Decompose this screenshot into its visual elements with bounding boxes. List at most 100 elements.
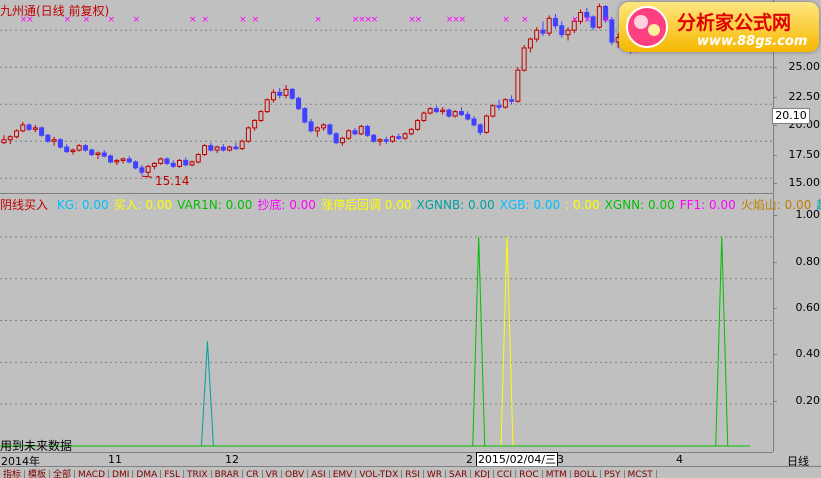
candle-body bbox=[133, 161, 139, 169]
candle-body bbox=[183, 159, 189, 166]
period-selector[interactable]: 日线 bbox=[776, 453, 820, 468]
legend-item: XGB: 0.00 bbox=[499, 198, 561, 212]
indicator-chart[interactable] bbox=[0, 194, 773, 452]
candle-body bbox=[245, 127, 251, 142]
candle-body bbox=[32, 127, 38, 130]
ytick-indicator: 0.80 bbox=[773, 255, 820, 268]
candle-body bbox=[609, 19, 615, 43]
candle-body bbox=[415, 119, 421, 130]
candle-body bbox=[258, 111, 264, 121]
low-arrow-icon bbox=[141, 175, 152, 178]
signal-marker: × bbox=[252, 15, 260, 25]
ytick-indicator: 1.00 bbox=[773, 208, 820, 221]
indicator-tabbar: 指标 模板 全部 MACD DMI DMA FSL TRIX BRAR CR VR OBV ASI EMV… bbox=[0, 466, 821, 478]
candle-body bbox=[26, 124, 32, 130]
candle-body bbox=[302, 108, 308, 123]
legend-item: VAR1N: 0.00 bbox=[177, 198, 253, 212]
candle-body bbox=[515, 69, 521, 102]
legend-item: 抄底: 0.00 bbox=[257, 198, 316, 212]
candle-body bbox=[126, 158, 132, 163]
candle-body bbox=[233, 146, 239, 150]
signal-marker: × bbox=[371, 15, 379, 25]
signal-marker: × bbox=[239, 15, 247, 25]
signal-marker: × bbox=[502, 15, 510, 25]
candle-body bbox=[540, 29, 546, 34]
candle-body bbox=[546, 17, 552, 34]
price-axis[interactable]: 25.00 22.50 20.00 17.50 15.00 1.00 0.80 … bbox=[773, 0, 821, 452]
legend-item: : 0.00 bbox=[565, 198, 600, 212]
ytick-price: 22.50 bbox=[773, 90, 820, 103]
candle-body bbox=[408, 128, 414, 135]
candle-body bbox=[308, 121, 314, 132]
candle-body bbox=[552, 17, 558, 27]
candle-body bbox=[89, 149, 95, 156]
ytick-price: 15.00 bbox=[773, 176, 820, 189]
candle-body bbox=[289, 88, 295, 99]
candle-body bbox=[164, 158, 170, 164]
candle-body bbox=[283, 88, 289, 96]
candle-body bbox=[327, 124, 333, 135]
ytick-indicator: 0.20 bbox=[773, 394, 820, 407]
candle-body bbox=[101, 152, 107, 157]
candle-body bbox=[139, 167, 145, 173]
time-label: 12 bbox=[225, 453, 239, 466]
signal-marker: × bbox=[521, 15, 529, 25]
legend-item: FF1: 0.00 bbox=[679, 198, 736, 212]
candle-body bbox=[239, 140, 245, 150]
legend-item: 买入: 0.00 bbox=[113, 198, 173, 212]
ytick-indicator: 0.60 bbox=[773, 301, 820, 314]
candle-body bbox=[446, 109, 452, 117]
candle-body bbox=[108, 155, 114, 163]
signal-marker: × bbox=[415, 15, 423, 25]
candle-body bbox=[14, 130, 20, 138]
candle-body bbox=[339, 137, 345, 144]
candle-body bbox=[70, 149, 76, 153]
candle-body bbox=[189, 161, 195, 166]
signal-marker: × bbox=[571, 15, 579, 25]
candle-body bbox=[402, 133, 408, 139]
indicator-spike bbox=[200, 341, 214, 447]
candle-body bbox=[371, 134, 377, 142]
candle-body bbox=[314, 127, 320, 132]
candle-body bbox=[270, 91, 276, 101]
candle-body bbox=[534, 29, 540, 40]
low-price-label: 15.14 bbox=[155, 174, 190, 188]
candle-body bbox=[151, 162, 157, 167]
candle-body bbox=[145, 165, 151, 173]
candle-body bbox=[202, 145, 208, 156]
candle-body bbox=[227, 146, 233, 151]
candle-body bbox=[321, 124, 327, 129]
candle-body bbox=[383, 139, 389, 142]
candle-body bbox=[76, 145, 82, 151]
candle-body bbox=[39, 127, 45, 136]
watermark-logo: 分析家公式网 www.88gs.com bbox=[619, 2, 819, 52]
candle-body bbox=[95, 152, 101, 156]
time-axis[interactable]: 2014年 11 12 2 3 4 bbox=[0, 452, 773, 468]
indicator-pane[interactable]: 阴线买入 KG: 0.00 买入: 0.00 VAR1N: 0.00 抄底: 0.00… bbox=[0, 194, 821, 453]
candle-body bbox=[20, 124, 26, 132]
candle-body bbox=[596, 6, 602, 28]
cursor-date-flag: 2015/02/04/三 bbox=[476, 452, 558, 467]
candle-body bbox=[484, 115, 490, 133]
watermark-emblem-icon bbox=[626, 6, 668, 48]
candle-body bbox=[502, 99, 508, 108]
candle-body bbox=[358, 125, 364, 135]
candle-body bbox=[521, 47, 527, 71]
candle-body bbox=[352, 130, 358, 135]
signal-marker: × bbox=[314, 15, 322, 25]
ytick-price: 17.50 bbox=[773, 148, 820, 161]
time-label: 4 bbox=[676, 453, 683, 466]
candle-body bbox=[433, 108, 439, 113]
candle-body bbox=[377, 139, 383, 142]
time-label: 3 bbox=[557, 453, 564, 466]
watermark-url: www.88gs.com bbox=[697, 34, 808, 49]
candle-body bbox=[1, 139, 7, 144]
candle-body bbox=[195, 154, 201, 163]
candle-body bbox=[64, 146, 70, 153]
candle-body bbox=[208, 145, 214, 151]
signal-marker: × bbox=[133, 15, 141, 25]
candle-body bbox=[51, 139, 57, 142]
candle-body bbox=[158, 158, 164, 164]
current-price-flag: 20.10 bbox=[772, 108, 810, 124]
legend-item: XGNNB: 0.00 bbox=[416, 198, 495, 212]
